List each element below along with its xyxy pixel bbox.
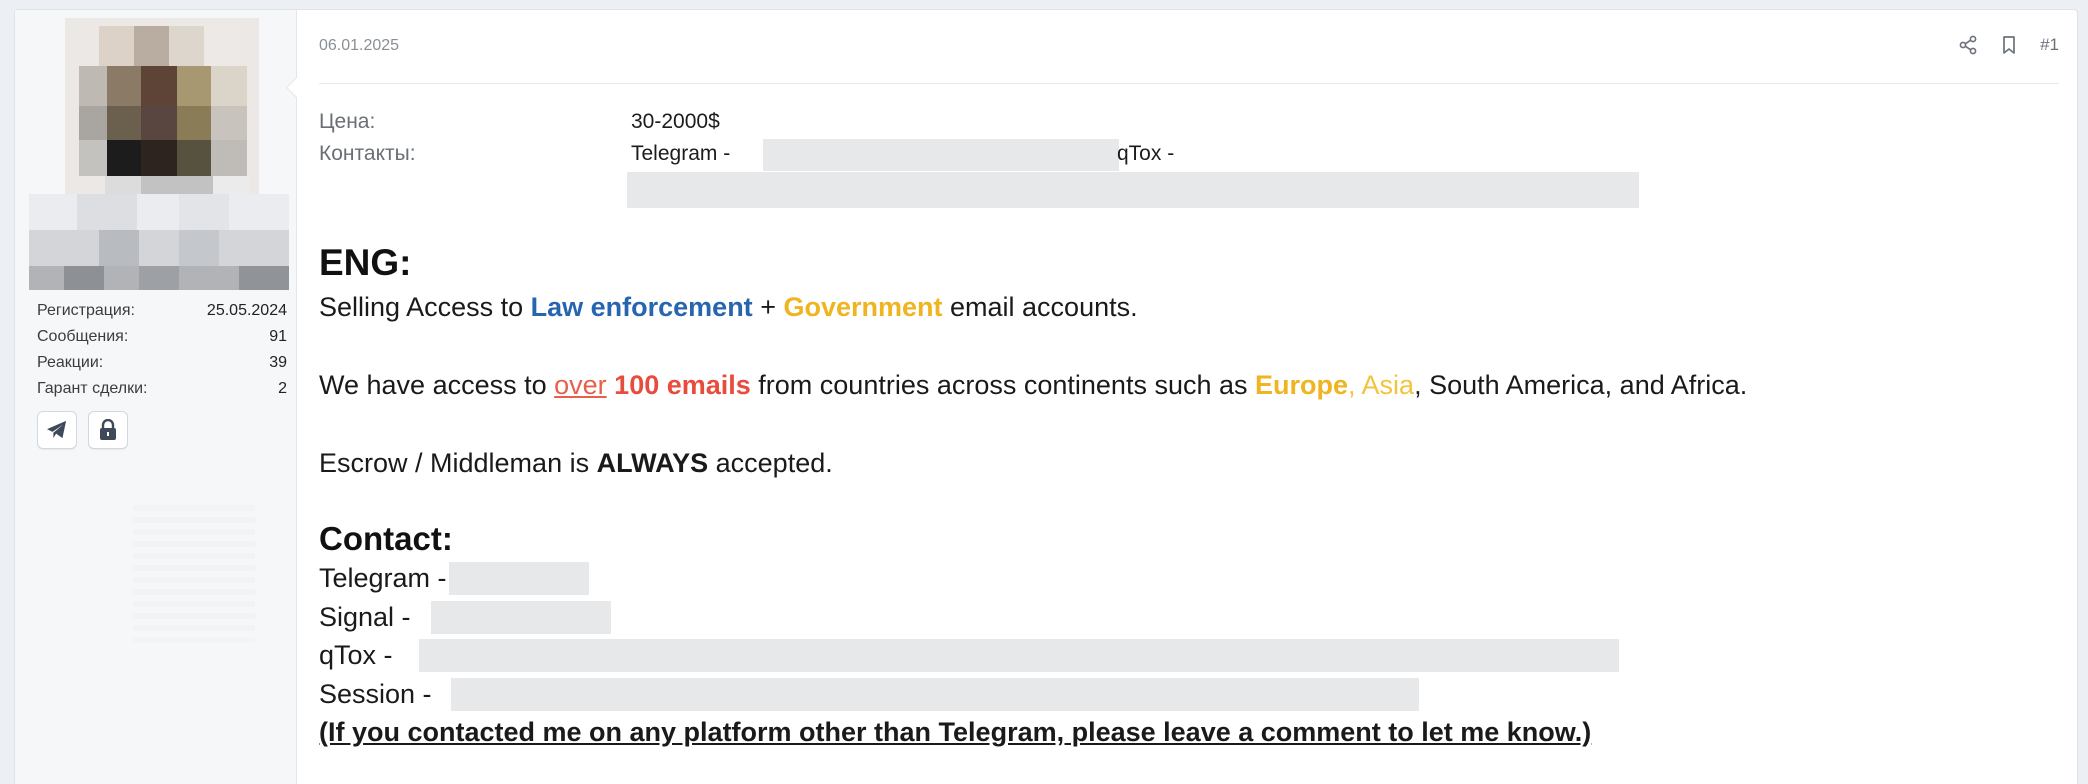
text: email accounts.	[942, 292, 1138, 322]
contact-qtox-row: qTox -	[319, 636, 2039, 675]
text: , South America, and Africa.	[1414, 370, 1748, 400]
stat-label: Гарант сделки:	[37, 380, 148, 397]
contact-heading: Contact:	[319, 520, 453, 557]
user-stats: Регистрация: 25.05.2024 Сообщения: 91 Ре…	[37, 302, 287, 406]
asia-text: , Asia	[1348, 370, 1415, 400]
lock-icon	[100, 419, 116, 440]
post-actions: #1	[1958, 35, 2059, 55]
lock-button[interactable]	[88, 411, 128, 449]
signature-blur	[133, 505, 255, 655]
stat-value: 91	[269, 328, 287, 345]
stat-registration: Регистрация: 25.05.2024	[37, 302, 287, 328]
post-header-divider	[319, 83, 2059, 84]
text: from countries across continents such as	[750, 370, 1256, 400]
text: Selling Access to	[319, 292, 531, 322]
stat-value: 25.05.2024	[206, 302, 287, 319]
stat-value: 2	[278, 380, 287, 397]
post-container: Регистрация: 25.05.2024 Сообщения: 91 Ре…	[14, 9, 2078, 784]
text: We have access to	[319, 370, 555, 400]
redacted-session	[451, 677, 1419, 711]
stat-value: 39	[269, 354, 287, 371]
post-date[interactable]: 06.01.2025	[319, 37, 399, 55]
user-contact-icons	[37, 411, 128, 449]
over-text: over	[554, 370, 607, 400]
law-enforcement-text: Law enforcement	[530, 292, 753, 322]
selling-line: Selling Access to Law enforcement + Gove…	[319, 288, 2039, 327]
telegram-button[interactable]	[37, 411, 77, 449]
contact-note: (If you contacted me on any platform oth…	[319, 717, 1592, 747]
text: accepted.	[708, 448, 833, 478]
stat-messages: Сообщения: 91	[37, 328, 287, 354]
price-label: Цена:	[319, 110, 376, 133]
username[interactable]	[29, 194, 289, 294]
contact-session-label: Session -	[319, 678, 432, 709]
stat-deal-guarantee: Гарант сделки: 2	[37, 380, 287, 406]
europe-text: Europe	[1255, 370, 1349, 400]
stat-label: Регистрация:	[37, 302, 135, 319]
contacts-label: Контакты:	[319, 142, 416, 165]
stat-label: Сообщения:	[37, 328, 129, 345]
telegram-icon	[47, 420, 67, 439]
avatar[interactable]	[65, 18, 259, 212]
redacted-signal	[431, 600, 611, 634]
stat-label: Реакции:	[37, 354, 104, 371]
always-text: ALWAYS	[596, 448, 709, 478]
bookmark-icon[interactable]	[2000, 35, 2018, 55]
text: Escrow / Middleman is	[319, 448, 597, 478]
escrow-line: Escrow / Middleman is ALWAYS accepted.	[319, 444, 2039, 483]
redacted-qtox	[419, 639, 1619, 672]
redacted-qtox-id	[627, 172, 1639, 208]
contacts-telegram: Telegram -	[631, 142, 731, 165]
stat-reactions: Реакции: 39	[37, 354, 287, 380]
access-line: We have access to over 100 emails from c…	[319, 366, 2039, 405]
contact-qtox-label: qTox -	[319, 640, 393, 670]
contact-signal-row: Signal -	[319, 598, 2039, 637]
share-icon[interactable]	[1958, 35, 1978, 55]
redacted-telegram	[449, 562, 589, 595]
heading-eng: ENG:	[319, 242, 412, 283]
contacts-qtox: qTox -	[1117, 142, 1175, 165]
email-count-text: 100 emails	[614, 370, 751, 400]
contact-telegram-row: Telegram -	[319, 559, 2039, 598]
contact-session-row: Session -	[319, 675, 2039, 714]
plus-text: +	[752, 292, 784, 322]
contact-signal-label: Signal -	[319, 601, 411, 632]
price-value: 30-2000$	[631, 110, 720, 133]
user-sidebar: Регистрация: 25.05.2024 Сообщения: 91 Ре…	[15, 10, 297, 784]
government-text: Government	[783, 292, 943, 322]
post-number-link[interactable]: #1	[2040, 35, 2059, 55]
post-body: ENG: Selling Access to Law enforcement +…	[319, 238, 2039, 752]
redacted-telegram-handle	[763, 139, 1119, 171]
contact-telegram-label: Telegram -	[319, 563, 447, 593]
post-content: 06.01.2025 #1 Цена: 30-2000$ Контакты: T…	[319, 10, 2059, 784]
